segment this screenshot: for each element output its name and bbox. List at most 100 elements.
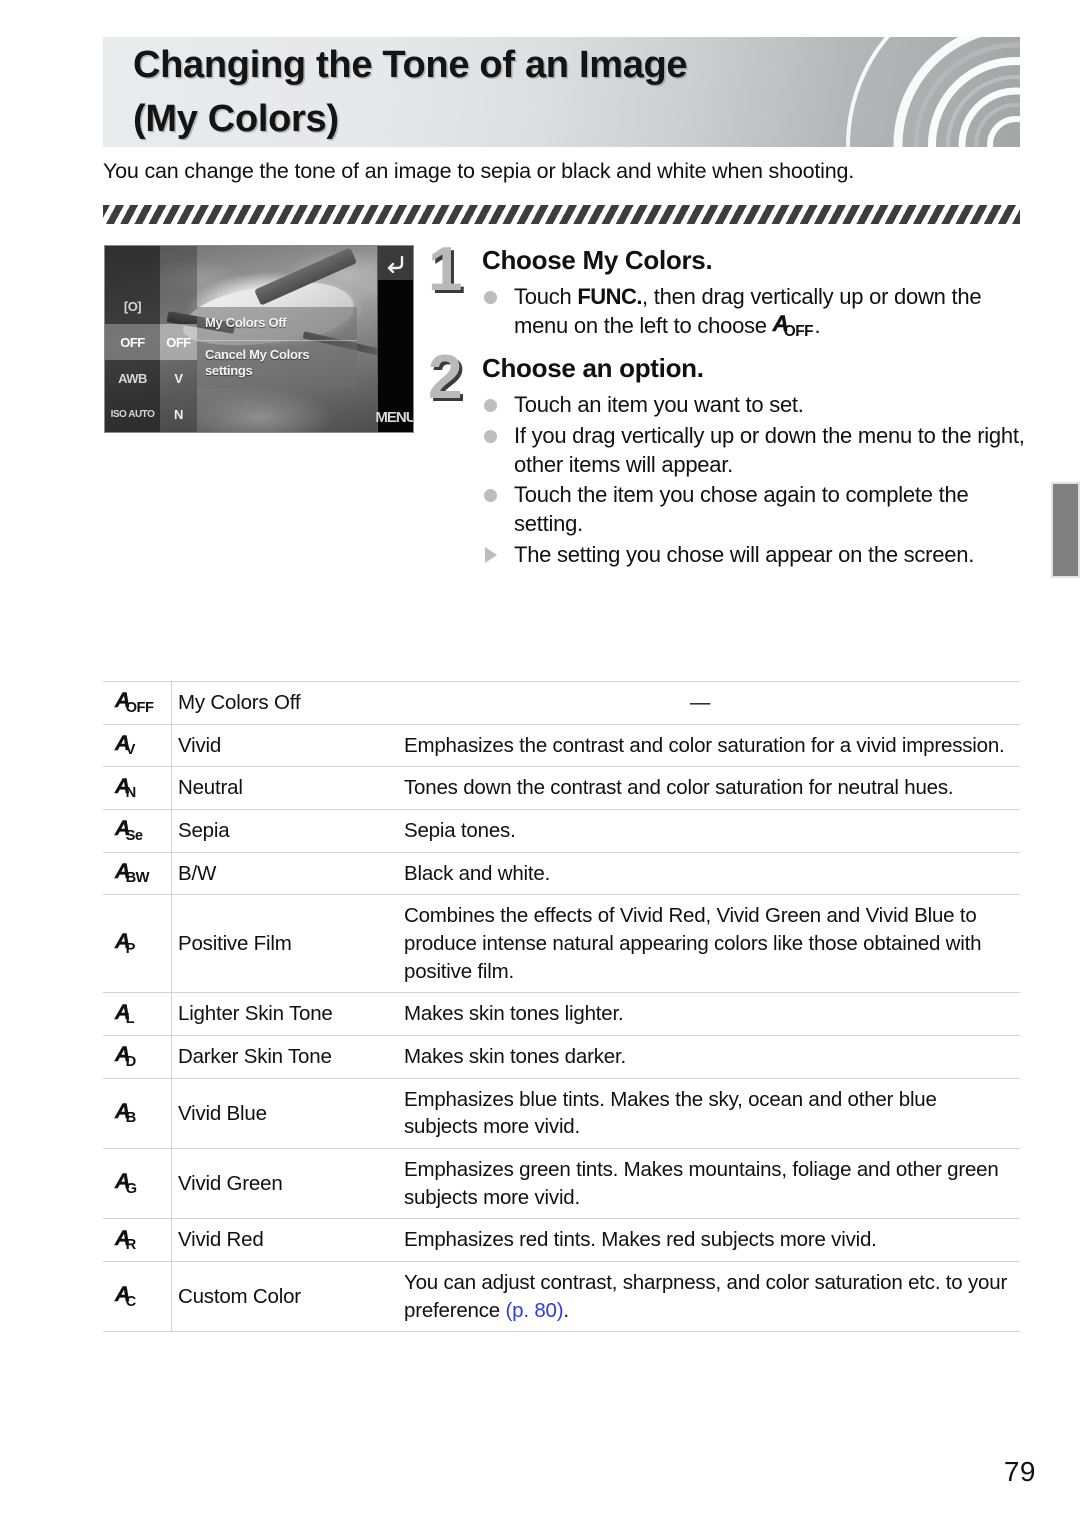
table-row: A Se Sepia Sepia tones. (103, 809, 1020, 853)
table-row: AD Darker Skin Tone Makes skin tones dar… (103, 1035, 1020, 1079)
row-name-cell: B/W (171, 851, 390, 896)
chapter-side-tab (1051, 482, 1080, 578)
page-number: 79 (1003, 1456, 1036, 1487)
step-2-number: 2 (428, 343, 463, 413)
description-tail: . (563, 1298, 569, 1322)
bullet-dot-icon (484, 399, 497, 413)
row-description-cell: — (390, 681, 1020, 725)
camera-func-menu-column: [O] OFF AWB ISO AUTO (105, 246, 160, 432)
bullet-text: The setting you chose will appear on the… (514, 541, 975, 567)
my-colors-options-table: A OFF My Colors Off — AV Vivid Emphasizes… (103, 681, 1020, 1333)
row-name-cell: Vivid Red (171, 1218, 390, 1263)
step-2-bullet-1: Touch an item you want to set. (482, 390, 1028, 419)
row-description-cell: Emphasizes blue tints. Makes the sky, oc… (390, 1077, 1020, 1150)
my-colors-subscript: G (125, 1180, 137, 1197)
bullet-text: Touch an item you want to set. (514, 392, 804, 418)
row-description-cell: Combines the effects of Vivid Red, Vivid… (390, 894, 1020, 994)
row-description-cell: Makes skin tones darker. (390, 1035, 1020, 1079)
row-icon-cell: AB (103, 1077, 172, 1150)
table-row: AL Lighter Skin Tone Makes skin tones li… (103, 992, 1020, 1037)
step-1-heading: Choose My Colors. (482, 245, 713, 275)
row-icon-cell: A OFF (103, 681, 172, 725)
row-icon-cell: AR (103, 1218, 172, 1263)
camera-option-item-2: N (174, 406, 183, 422)
my-colors-icon: AP (115, 930, 155, 957)
bullet-text-part-1: Touch (514, 283, 578, 309)
page-title: Changing the Tone of an Image (My Colors… (133, 39, 853, 147)
popup-separator (197, 340, 357, 341)
instruction-steps: 1 Choose My Colors. Touch FUNC., then dr… (428, 235, 1028, 570)
row-name-cell: Custom Color (171, 1261, 390, 1333)
my-colors-icon: A BW (115, 860, 155, 886)
bullet-dot-icon (484, 489, 497, 503)
camera-right-sidebar: MENU (375, 246, 414, 432)
my-colors-icon: A OFF (115, 689, 155, 716)
row-description-cell: Sepia tones. (390, 809, 1020, 853)
row-description-cell: Emphasizes green tints. Makes mountains,… (390, 1148, 1020, 1220)
my-colors-icon: AC (115, 1283, 155, 1310)
page-title-line-1: Changing the Tone of an Image (133, 44, 688, 86)
table-row: A OFF My Colors Off — (103, 681, 1020, 725)
row-description-cell: Black and white. (390, 851, 1020, 896)
bullet-text: Touch the item you chose again to comple… (514, 482, 969, 537)
page-header-banner: Changing the Tone of an Image (My Colors… (103, 37, 1020, 147)
my-colors-subscript: OFF (125, 699, 154, 716)
bullet-dot-icon (484, 429, 497, 443)
bullet-text-part-3: . (814, 313, 821, 339)
step-1-number: 1 (428, 235, 463, 304)
my-colors-icon: A Se (115, 817, 155, 844)
row-icon-cell: AC (103, 1261, 172, 1333)
my-colors-subscript: N (125, 785, 137, 801)
step-2-heading: Choose an option. (482, 353, 704, 384)
row-icon-cell: AD (103, 1035, 172, 1079)
my-colors-icon: AR (115, 1227, 155, 1254)
row-name-cell: Vivid Green (171, 1148, 390, 1220)
camera-description-popup: My Colors Off Cancel My Colors settings (197, 307, 357, 389)
step-2-bullet-3: Touch the item you chose again to comple… (482, 480, 1028, 539)
camera-menu-label: MENU (375, 408, 414, 426)
my-colors-subscript: Se (125, 827, 143, 844)
my-colors-icon: AD (115, 1043, 155, 1070)
step-2-bullet-4: The setting you chose will appear on the… (482, 540, 1028, 569)
row-name-cell: My Colors Off (171, 681, 390, 725)
my-colors-subscript: P (125, 940, 136, 957)
row-icon-cell: AV (103, 723, 172, 768)
table-row: AB Vivid Blue Emphasizes blue tints. Mak… (103, 1077, 1020, 1150)
back-arrow-icon (378, 246, 413, 280)
step-1-bullets: Touch FUNC., then drag vertically up or … (482, 282, 1028, 341)
page-title-line-2: (My Colors) (133, 97, 339, 140)
step-2-bullets: Touch an item you want to set. If you dr… (482, 390, 1028, 569)
step-1-bullet-1: Touch FUNC., then drag vertically up or … (482, 282, 1028, 341)
options-table-body: A OFF My Colors Off — AV Vivid Emphasizes… (103, 681, 1020, 1333)
row-icon-cell: A BW (103, 851, 172, 896)
table-row: AV Vivid Emphasizes the contrast and col… (103, 723, 1020, 768)
row-name-cell: Vivid Blue (171, 1077, 390, 1150)
table-row: AP Positive Film Combines the effects of… (103, 894, 1020, 994)
row-icon-cell: AL (103, 992, 172, 1037)
camera-menu-item-3: ISO AUTO (110, 408, 155, 420)
my-colors-icon: AN (115, 774, 155, 801)
my-colors-subscript: L (125, 1011, 135, 1028)
step-2-bullet-2: If you drag vertically up or down the me… (482, 421, 1028, 480)
func-button-label: FUNC. (577, 283, 643, 309)
my-colors-subscript: V (125, 742, 136, 759)
table-row: AC Custom Color You can adjust contrast,… (103, 1261, 1020, 1333)
camera-screen-illustration: [O] OFF AWB ISO AUTO OFF V N My Colors O… (104, 245, 414, 433)
row-name-cell: Darker Skin Tone (171, 1035, 390, 1079)
row-name-cell: Positive Film (171, 894, 390, 994)
row-description-cell: You can adjust contrast, sharpness, and … (390, 1261, 1020, 1333)
description-text: You can adjust contrast, sharpness, and … (404, 1271, 1008, 1322)
my-colors-icon: AB (115, 1100, 155, 1126)
row-description-cell: Tones down the contrast and color satura… (390, 766, 1020, 811)
camera-menu-item-1: OFF (105, 324, 160, 360)
page-reference-link[interactable]: (p. 80) (506, 1299, 564, 1322)
popup-description: Cancel My Colors settings (205, 347, 310, 379)
my-colors-subscript: C (125, 1293, 137, 1310)
bullet-text: If you drag vertically up or down the me… (514, 422, 1025, 477)
camera-option-item-1: V (174, 370, 183, 386)
section-divider (103, 205, 1020, 224)
intro-paragraph: You can change the tone of an image to s… (103, 159, 854, 183)
my-colors-subscript: R (125, 1237, 137, 1254)
row-name-cell: Vivid (171, 723, 390, 768)
my-colors-subscript: D (125, 1053, 137, 1070)
